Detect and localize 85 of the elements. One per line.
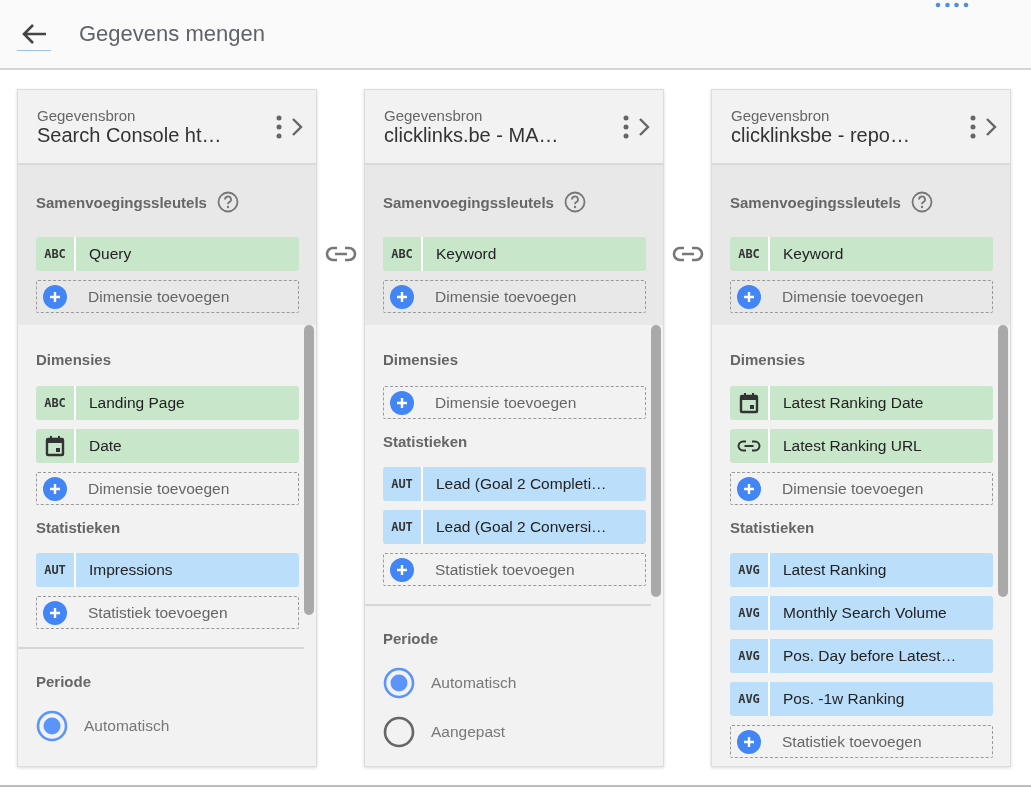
section-heading: Statistieken xyxy=(730,519,815,536)
type-label: AVG xyxy=(738,649,760,663)
add-dimension-button[interactable]: Dimensie toevoegen xyxy=(383,386,646,419)
add-dimension-button[interactable]: Dimensie toevoegen xyxy=(730,280,993,313)
dimension-chip[interactable]: Date xyxy=(36,429,299,463)
type-label: ABC xyxy=(391,247,413,261)
plus-icon xyxy=(737,729,761,754)
plus-icon xyxy=(390,390,414,415)
section-heading: Statistieken xyxy=(383,433,468,450)
source-name: clicklinksbe - repo… xyxy=(731,123,911,147)
add-metric-button[interactable]: Statistiek toevoegen xyxy=(730,725,993,758)
type-label: AUT xyxy=(391,477,413,491)
source-name: Search Console ht… xyxy=(37,123,223,147)
plus-icon xyxy=(43,600,67,625)
radio-option[interactable]: Automatisch xyxy=(36,710,299,742)
kebab-menu-icon[interactable] xyxy=(276,114,282,139)
plus-icon xyxy=(43,476,67,501)
type-label: ABC xyxy=(44,396,66,410)
add-metric-button[interactable]: Statistiek toevoegen xyxy=(36,596,299,629)
metric-chip[interactable]: AVG Latest Ranking xyxy=(730,553,993,587)
section-heading: Dimensies xyxy=(383,351,459,368)
plus-icon xyxy=(390,557,414,582)
source-label: Gegevensbron xyxy=(731,106,831,124)
plus-icon xyxy=(737,284,761,309)
type-label: AVG xyxy=(738,692,760,706)
radio-icon[interactable] xyxy=(383,716,415,748)
dimension-chip[interactable]: Latest Ranking Date xyxy=(730,386,993,420)
section-heading: Periode xyxy=(36,673,92,690)
calendar-icon xyxy=(45,435,65,457)
section-heading: Samenvoegingssleutels xyxy=(36,193,207,211)
add-dimension-button[interactable]: Dimensie toevoegen xyxy=(730,472,993,505)
section-heading: Dimensies xyxy=(730,351,806,368)
add-dimension-button[interactable]: Dimensie toevoegen xyxy=(383,280,646,313)
section-heading: Dimensies xyxy=(36,351,112,368)
type-label: AUT xyxy=(44,563,66,577)
chevron-right-icon[interactable] xyxy=(290,115,304,138)
radio-icon[interactable] xyxy=(383,667,415,699)
page-title: Gegevens mengen xyxy=(79,21,265,47)
plus-icon xyxy=(390,284,414,309)
kebab-menu-icon[interactable] xyxy=(623,114,629,139)
metric-chip[interactable]: AUT Impressions xyxy=(36,553,299,587)
section-heading: Samenvoegingssleutels xyxy=(383,193,554,211)
chevron-right-icon[interactable] xyxy=(984,115,998,138)
type-label: AUT xyxy=(391,520,413,534)
metric-chip[interactable]: AVG Pos. Day before Latest… xyxy=(730,639,993,673)
link-icon xyxy=(671,246,704,262)
dimension-chip[interactable]: ABC Query xyxy=(36,237,299,271)
kebab-menu-icon[interactable] xyxy=(970,114,976,139)
plus-icon xyxy=(43,284,67,309)
source-label: Gegevensbron xyxy=(384,106,484,124)
scrollbar-thumb[interactable] xyxy=(304,325,314,615)
type-label: ABC xyxy=(738,247,760,261)
link-icon xyxy=(737,440,761,452)
add-dimension-button[interactable]: Dimensie toevoegen xyxy=(36,280,299,313)
source-name: clicklinks.be - MA… xyxy=(384,123,560,147)
dimension-chip[interactable]: ABC Landing Page xyxy=(36,386,299,420)
metric-chip[interactable]: AVG Pos. -1w Ranking xyxy=(730,682,993,716)
source-label: Gegevensbron xyxy=(37,106,137,124)
link-icon xyxy=(324,246,357,262)
dots-icon xyxy=(935,2,969,8)
add-dimension-button[interactable]: Dimensie toevoegen xyxy=(36,472,299,505)
section-heading: Statistieken xyxy=(36,519,121,536)
dimension-chip[interactable]: ABC Keyword xyxy=(383,237,646,271)
add-metric-button[interactable]: Statistiek toevoegen xyxy=(383,553,646,586)
scrollbar-thumb[interactable] xyxy=(651,325,661,597)
radio-icon[interactable] xyxy=(36,710,68,742)
metric-chip[interactable]: AUT Lead (Goal 2 Completi… xyxy=(383,467,646,501)
chevron-right-icon[interactable] xyxy=(637,115,651,138)
help-icon[interactable] xyxy=(563,191,586,213)
type-label: AVG xyxy=(738,563,760,577)
metric-chip[interactable]: AUT Lead (Goal 2 Conversi… xyxy=(383,510,646,544)
section-heading: Samenvoegingssleutels xyxy=(730,193,901,211)
dimension-chip[interactable]: ABC Keyword xyxy=(730,237,993,271)
dimension-chip[interactable]: Latest Ranking URL xyxy=(730,429,993,463)
plus-icon xyxy=(737,476,761,501)
type-label: AVG xyxy=(738,606,760,620)
radio-option[interactable]: Aangepast xyxy=(383,716,646,748)
type-label: ABC xyxy=(44,247,66,261)
calendar-icon xyxy=(739,392,759,414)
metric-chip[interactable]: AVG Monthly Search Volume xyxy=(730,596,993,630)
section-heading: Periode xyxy=(383,630,439,647)
help-icon[interactable] xyxy=(216,191,239,213)
help-icon[interactable] xyxy=(910,191,933,213)
scrollbar-thumb[interactable] xyxy=(998,325,1008,597)
radio-option[interactable]: Automatisch xyxy=(383,667,646,699)
